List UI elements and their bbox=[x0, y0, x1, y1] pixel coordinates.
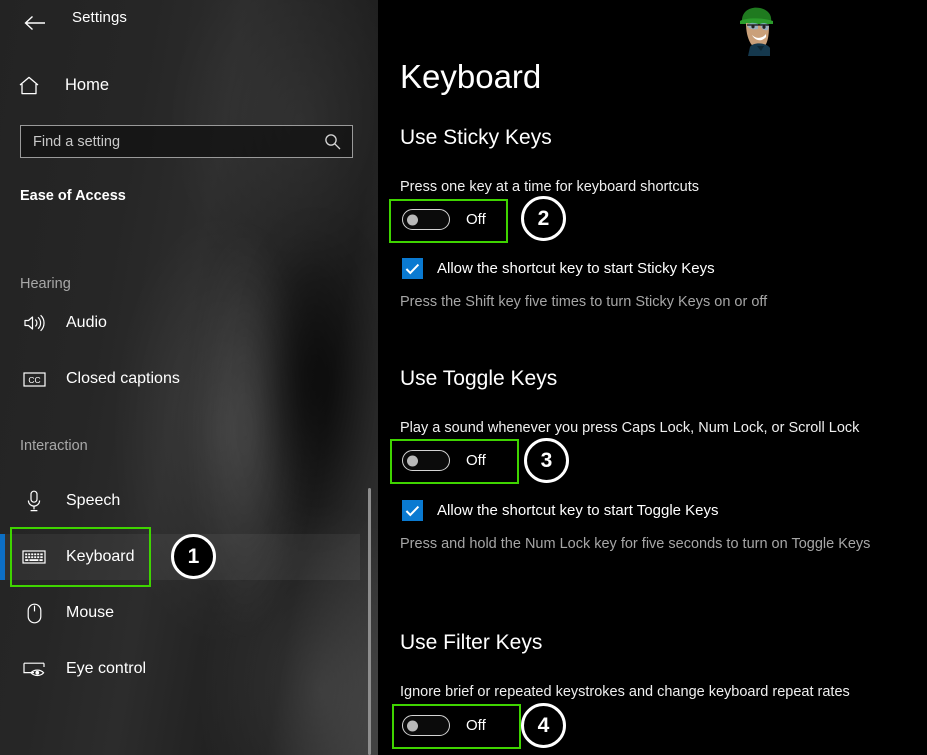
sticky-keys-hint: Press the Shift key five times to turn S… bbox=[400, 294, 768, 310]
sidebar-item-eye-control-label: Eye control bbox=[66, 660, 147, 677]
annotation-badge-1: 1 bbox=[171, 534, 216, 579]
section-description-filter-keys: Ignore brief or repeated keystrokes and … bbox=[400, 684, 850, 700]
svg-text:CC: CC bbox=[28, 375, 40, 385]
back-arrow-icon[interactable] bbox=[18, 6, 52, 40]
filter-keys-toggle-state: Off bbox=[466, 717, 486, 734]
sidebar-item-keyboard-label: Keyboard bbox=[66, 548, 135, 565]
cartoon-avatar-watermark bbox=[728, 4, 784, 56]
section-description-sticky-keys: Press one key at a time for keyboard sho… bbox=[400, 179, 699, 195]
sticky-keys-switch[interactable] bbox=[402, 209, 450, 230]
sidebar-item-mouse[interactable]: Mouse bbox=[0, 590, 360, 636]
sidebar-scrollbar[interactable] bbox=[368, 488, 372, 755]
sticky-keys-toggle-state: Off bbox=[466, 211, 486, 228]
toggle-keys-toggle-state: Off bbox=[466, 452, 486, 469]
section-heading-sticky-keys: Use Sticky Keys bbox=[400, 126, 552, 149]
sidebar-item-eye-control[interactable]: Eye control bbox=[0, 646, 360, 692]
section-heading-filter-keys: Use Filter Keys bbox=[400, 631, 543, 654]
sticky-keys-shortcut-checkbox[interactable] bbox=[402, 258, 423, 279]
filter-keys-switch[interactable] bbox=[402, 715, 450, 736]
title-bar: Settings bbox=[0, 0, 378, 46]
sticky-keys-shortcut-label: Allow the shortcut key to start Sticky K… bbox=[437, 260, 715, 277]
sidebar-selection-indicator bbox=[0, 534, 5, 580]
sticky-keys-toggle[interactable]: Off bbox=[402, 209, 486, 230]
main-content: Keyboard Use Sticky Keys Press one key a… bbox=[378, 0, 927, 755]
sidebar-item-audio-label: Audio bbox=[66, 314, 107, 331]
annotation-badge-3: 3 bbox=[524, 438, 569, 483]
search-icon[interactable] bbox=[324, 133, 341, 150]
toggle-keys-shortcut-checkbox[interactable] bbox=[402, 500, 423, 521]
app-section-title: Ease of Access bbox=[20, 188, 126, 204]
page-title: Keyboard bbox=[400, 58, 542, 95]
home-icon bbox=[18, 75, 44, 96]
sidebar-item-speech-label: Speech bbox=[66, 492, 121, 509]
sidebar-item-audio[interactable]: Audio bbox=[0, 300, 360, 346]
sidebar-group-hearing: Hearing bbox=[20, 276, 71, 292]
sidebar: Settings Home Find a setting Ease of Acc… bbox=[0, 0, 378, 755]
sticky-keys-shortcut-checkbox-row[interactable]: Allow the shortcut key to start Sticky K… bbox=[402, 258, 715, 279]
sticky-keys-switch-knob bbox=[407, 214, 418, 225]
section-description-toggle-keys: Play a sound whenever you press Caps Loc… bbox=[400, 420, 860, 436]
toggle-keys-toggle[interactable]: Off bbox=[402, 450, 486, 471]
toggle-keys-switch[interactable] bbox=[402, 450, 450, 471]
settings-window: Settings Home Find a setting Ease of Acc… bbox=[0, 0, 927, 755]
sidebar-item-home-label: Home bbox=[65, 75, 110, 94]
search-placeholder: Find a setting bbox=[33, 133, 121, 150]
microphone-icon bbox=[22, 490, 46, 512]
sidebar-item-home[interactable]: Home bbox=[18, 67, 358, 103]
toggle-keys-hint: Press and hold the Num Lock key for five… bbox=[400, 536, 871, 552]
closed-captions-icon: CC bbox=[22, 371, 46, 388]
window-title: Settings bbox=[72, 9, 127, 26]
section-heading-toggle-keys: Use Toggle Keys bbox=[400, 367, 558, 390]
toggle-keys-shortcut-checkbox-row[interactable]: Allow the shortcut key to start Toggle K… bbox=[402, 500, 719, 521]
eye-control-icon bbox=[22, 660, 46, 678]
mouse-icon bbox=[22, 603, 46, 624]
sidebar-item-speech[interactable]: Speech bbox=[0, 478, 360, 524]
filter-keys-switch-knob bbox=[407, 720, 418, 731]
sidebar-item-closed-captions-label: Closed captions bbox=[66, 370, 180, 387]
sidebar-item-closed-captions[interactable]: CC Closed captions bbox=[0, 356, 360, 402]
sidebar-scrollbar-thumb[interactable] bbox=[368, 488, 371, 755]
sidebar-item-mouse-label: Mouse bbox=[66, 604, 115, 621]
annotation-badge-2: 2 bbox=[521, 196, 566, 241]
annotation-badge-4: 4 bbox=[521, 703, 566, 748]
toggle-keys-switch-knob bbox=[407, 455, 418, 466]
search-input[interactable]: Find a setting bbox=[20, 125, 353, 158]
toggle-keys-shortcut-label: Allow the shortcut key to start Toggle K… bbox=[437, 502, 719, 519]
speaker-icon bbox=[22, 314, 46, 332]
keyboard-icon bbox=[22, 549, 46, 565]
sidebar-group-interaction: Interaction bbox=[20, 438, 88, 454]
filter-keys-toggle[interactable]: Off bbox=[402, 715, 486, 736]
